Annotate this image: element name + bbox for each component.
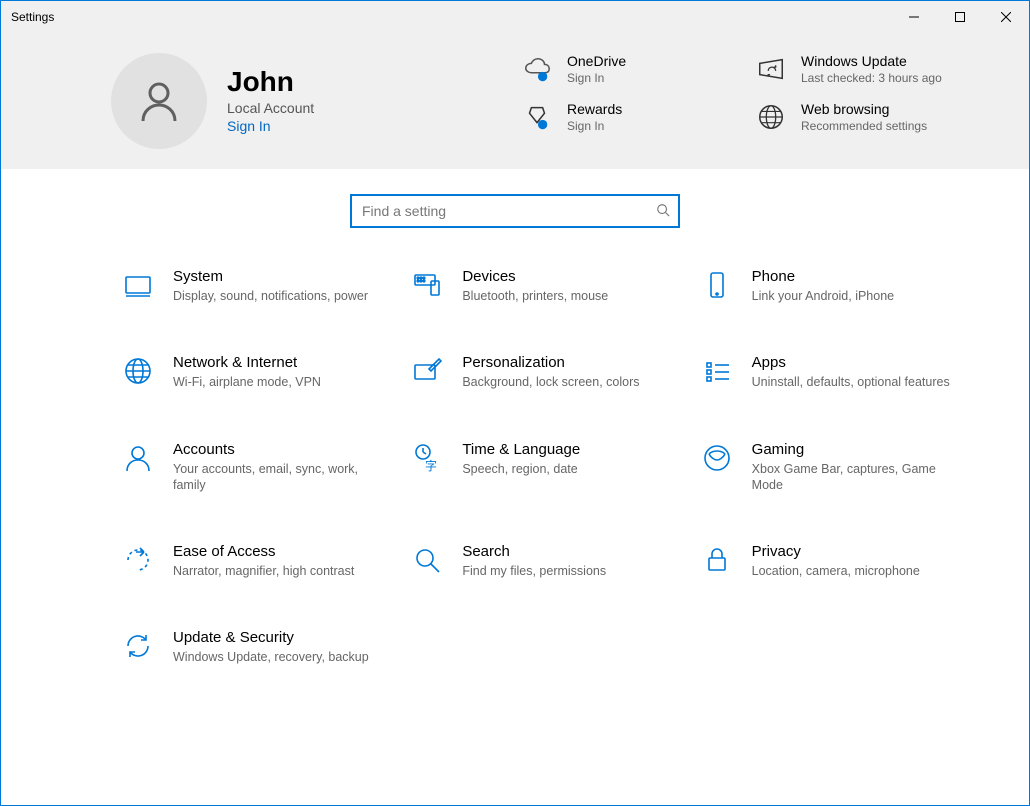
network-icon [121,354,155,388]
status-sub: Last checked: 3 hours ago [801,71,942,85]
window-title: Settings [11,10,54,24]
status-onedrive[interactable]: OneDrive Sign In [521,53,715,85]
apps-icon [700,354,734,388]
category-sub: Find my files, permissions [462,563,606,579]
globe-icon [755,101,787,133]
user-block: John Local Account Sign In [111,53,431,149]
system-icon [121,268,155,302]
category-title: Network & Internet [173,354,321,371]
category-accounts[interactable]: Accounts Your accounts, email, sync, wor… [121,441,381,494]
status-sub: Sign In [567,71,626,85]
search-box[interactable] [350,194,680,228]
category-sub: Link your Android, iPhone [752,288,894,304]
category-sub: Display, sound, notifications, power [173,288,368,304]
category-system[interactable]: System Display, sound, notifications, po… [121,268,381,304]
close-button[interactable] [983,1,1029,33]
user-name: John [227,66,314,98]
settings-window: Settings John Local Account [0,0,1030,806]
rewards-icon [521,101,553,133]
time-language-icon: 字 [410,441,444,475]
category-title: Time & Language [462,441,580,458]
category-phone[interactable]: Phone Link your Android, iPhone [700,268,960,304]
search-category-icon [410,543,444,577]
search-input[interactable] [360,202,656,220]
privacy-icon [700,543,734,577]
avatar[interactable] [111,53,207,149]
category-update-security[interactable]: Update & Security Windows Update, recove… [121,629,381,665]
category-personalization[interactable]: Personalization Background, lock screen,… [410,354,670,390]
category-sub: Uninstall, defaults, optional features [752,374,950,390]
search-icon [656,203,670,220]
status-web-browsing[interactable]: Web browsing Recommended settings [755,101,949,133]
category-sub: Bluetooth, printers, mouse [462,288,608,304]
category-apps[interactable]: Apps Uninstall, defaults, optional featu… [700,354,960,390]
minimize-button[interactable] [891,1,937,33]
category-sub: Windows Update, recovery, backup [173,649,369,665]
category-title: Apps [752,354,950,371]
category-sub: Background, lock screen, colors [462,374,639,390]
category-ease-of-access[interactable]: Ease of Access Narrator, magnifier, high… [121,543,381,579]
category-devices[interactable]: Devices Bluetooth, printers, mouse [410,268,670,304]
category-search[interactable]: Search Find my files, permissions [410,543,670,579]
update-security-icon [121,629,155,663]
svg-text:字: 字 [425,458,437,473]
status-title: Web browsing [801,101,927,117]
status-title: Rewards [567,101,622,117]
categories-grid: System Display, sound, notifications, po… [1,238,1029,696]
category-network[interactable]: Network & Internet Wi-Fi, airplane mode,… [121,354,381,390]
category-sub: Wi-Fi, airplane mode, VPN [173,374,321,390]
account-type: Local Account [227,100,314,116]
category-title: Search [462,543,606,560]
category-title: Update & Security [173,629,369,646]
window-controls [891,1,1029,33]
category-privacy[interactable]: Privacy Location, camera, microphone [700,543,960,579]
category-time-language[interactable]: 字 Time & Language Speech, region, date [410,441,670,494]
category-sub: Your accounts, email, sync, work, family [173,461,381,494]
titlebar: Settings [1,1,1029,33]
phone-icon [700,268,734,302]
status-grid: OneDrive Sign In Windows Update Last che… [521,53,949,133]
devices-icon [410,268,444,302]
ease-of-access-icon [121,543,155,577]
category-sub: Narrator, magnifier, high contrast [173,563,354,579]
status-title: Windows Update [801,53,942,69]
maximize-button[interactable] [937,1,983,33]
category-title: Phone [752,268,894,285]
status-rewards[interactable]: Rewards Sign In [521,101,715,133]
category-title: Personalization [462,354,639,371]
category-gaming[interactable]: Gaming Xbox Game Bar, captures, Game Mod… [700,441,960,494]
accounts-icon [121,441,155,475]
status-sub: Sign In [567,119,622,133]
category-title: Privacy [752,543,920,560]
search-row [1,169,1029,238]
gaming-icon [700,441,734,475]
user-info: John Local Account Sign In [227,66,314,136]
status-windows-update[interactable]: Windows Update Last checked: 3 hours ago [755,53,949,85]
category-sub: Xbox Game Bar, captures, Game Mode [752,461,960,494]
category-sub: Location, camera, microphone [752,563,920,579]
header: John Local Account Sign In OneDrive Sign… [1,33,1029,169]
update-icon [755,53,787,85]
status-title: OneDrive [567,53,626,69]
status-sub: Recommended settings [801,119,927,133]
category-title: Gaming [752,441,960,458]
category-title: Ease of Access [173,543,354,560]
category-title: Devices [462,268,608,285]
category-title: Accounts [173,441,381,458]
category-title: System [173,268,368,285]
signin-link[interactable]: Sign In [227,118,271,134]
user-icon [135,77,183,125]
onedrive-icon [521,53,553,85]
personalization-icon [410,354,444,388]
category-sub: Speech, region, date [462,461,580,477]
